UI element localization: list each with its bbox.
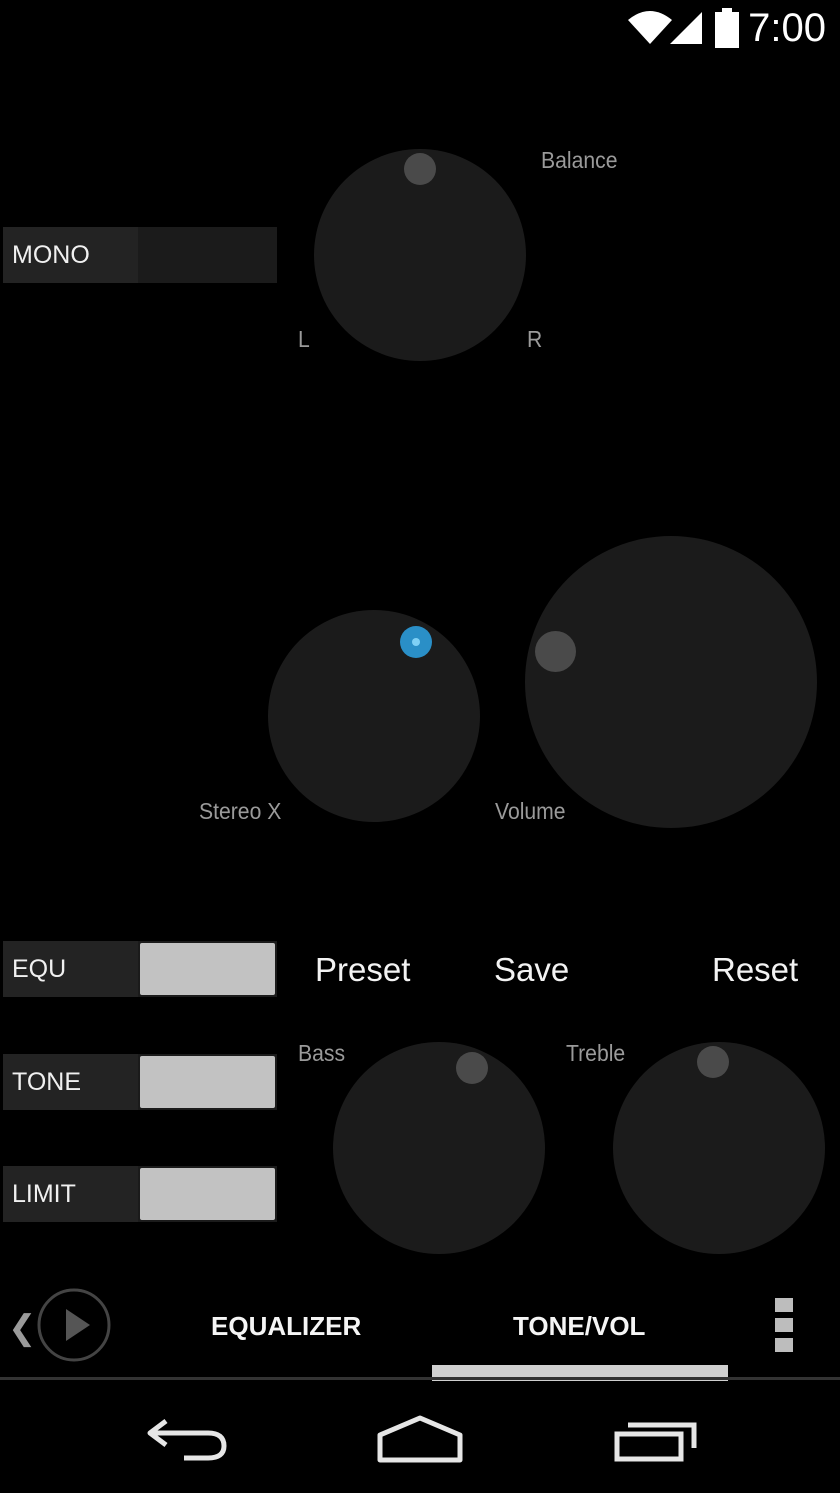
save-button[interactable]: Save — [494, 951, 569, 989]
cell-signal-icon — [670, 12, 702, 44]
mono-toggle-label: MONO — [12, 241, 90, 269]
stereo-x-label: Stereo X — [199, 798, 282, 824]
navigation-bar — [0, 1382, 840, 1493]
volume-knob-indicator — [535, 631, 576, 672]
bass-knob-indicator — [456, 1052, 488, 1084]
equ-toggle-label: EQU — [12, 955, 67, 983]
tab-tone-vol[interactable]: TONE/VOL — [513, 1311, 645, 1342]
tone-toggle-thumb — [140, 1056, 275, 1108]
preset-button[interactable]: Preset — [315, 951, 410, 989]
bass-label: Bass — [298, 1040, 346, 1066]
equ-toggle[interactable]: EQU — [3, 941, 277, 997]
tab-equalizer[interactable]: EQUALIZER — [211, 1311, 361, 1342]
play-icon[interactable] — [36, 1287, 112, 1363]
tone-toggle[interactable]: TONE — [3, 1054, 277, 1110]
balance-label: Balance — [541, 147, 618, 173]
treble-knob-indicator — [697, 1046, 729, 1078]
back-icon[interactable] — [146, 1417, 228, 1461]
menu-dot — [775, 1318, 793, 1332]
balance-right-label: R — [527, 326, 543, 352]
tab-bar-divider — [0, 1377, 840, 1380]
balance-left-label: L — [298, 326, 310, 352]
overflow-menu-icon[interactable] — [775, 1298, 793, 1354]
limit-toggle[interactable]: LIMIT — [3, 1166, 277, 1222]
treble-label: Treble — [566, 1040, 626, 1066]
bass-knob[interactable] — [333, 1042, 545, 1254]
status-bar: 7:00 — [0, 0, 840, 60]
stereo-x-indicator-center — [412, 638, 420, 646]
home-icon[interactable] — [376, 1415, 464, 1463]
stereo-x-knob[interactable] — [268, 610, 480, 822]
wifi-icon — [628, 11, 672, 44]
battery-icon — [715, 8, 739, 48]
chevron-left-icon[interactable]: ❮ — [8, 1308, 37, 1348]
mono-toggle[interactable]: MONO — [3, 227, 277, 283]
menu-dot — [775, 1338, 793, 1352]
reset-button[interactable]: Reset — [712, 951, 798, 989]
balance-knob-indicator — [404, 153, 436, 185]
stereo-x-knob-indicator — [400, 626, 432, 658]
volume-knob[interactable] — [525, 536, 817, 828]
tone-toggle-label: TONE — [12, 1068, 81, 1096]
limit-toggle-label: LIMIT — [12, 1180, 76, 1208]
volume-label: Volume — [495, 798, 566, 824]
limit-toggle-thumb — [140, 1168, 275, 1220]
menu-dot — [775, 1298, 793, 1312]
status-time: 7:00 — [748, 6, 826, 50]
recent-apps-icon[interactable] — [614, 1418, 698, 1462]
equ-toggle-thumb — [140, 943, 275, 995]
